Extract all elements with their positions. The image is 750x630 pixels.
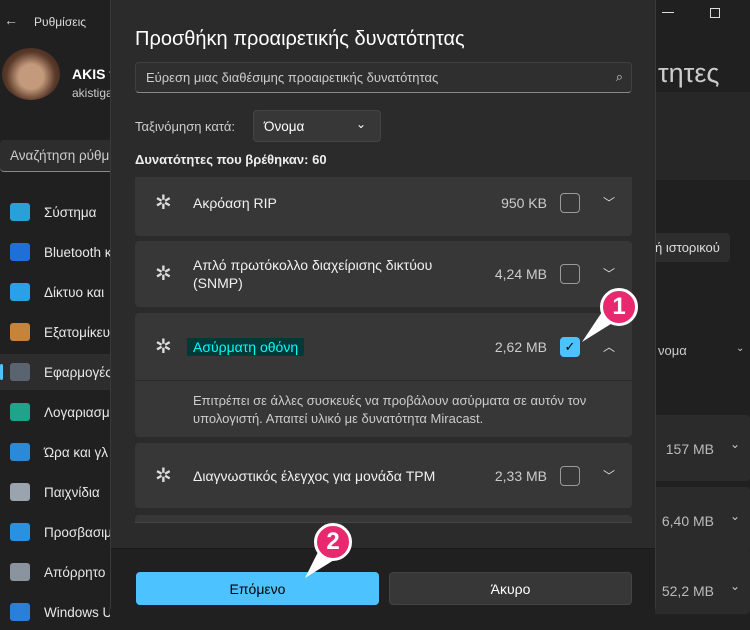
annotation-badge-1: 1 [600,288,638,326]
annotation-badge-2: 2 [314,523,352,561]
